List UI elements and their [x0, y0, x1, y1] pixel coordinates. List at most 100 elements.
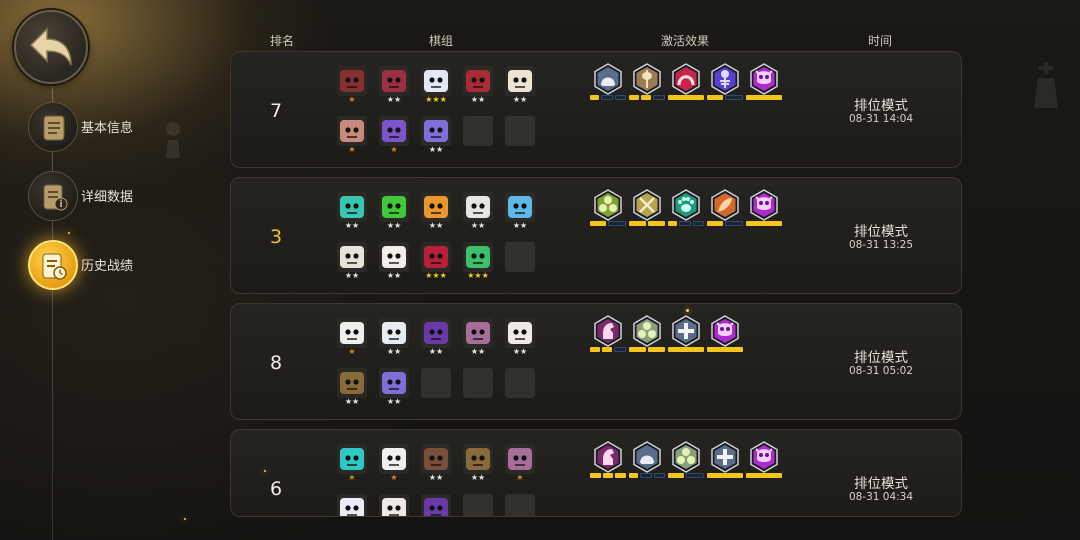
- synergy-progress-segment: [746, 221, 782, 226]
- chess-piece[interactable]: [379, 494, 411, 516]
- trinity-icon: [670, 441, 702, 477]
- record-rank: 7: [269, 100, 283, 122]
- cross-shield-icon: [709, 441, 741, 477]
- chess-piece[interactable]: ★★: [379, 192, 411, 232]
- chess-piece[interactable]: ★★: [337, 368, 369, 408]
- synergy-badge[interactable]: [746, 441, 782, 485]
- chess-piece[interactable]: ★★★: [421, 242, 453, 282]
- chess-piece[interactable]: ★★: [463, 444, 495, 484]
- synergy-progress-segment: [668, 347, 704, 352]
- cross-shield-icon: [670, 315, 702, 351]
- synergy-badge[interactable]: [668, 315, 704, 359]
- synergy-badge[interactable]: [629, 189, 665, 233]
- synergy-badge[interactable]: [707, 315, 743, 359]
- chess-piece[interactable]: ★★★: [463, 242, 495, 282]
- synergy-progress: [590, 95, 626, 100]
- synergy-badge[interactable]: [590, 315, 626, 359]
- synergy-badge[interactable]: [707, 63, 743, 107]
- chess-piece[interactable]: ★: [379, 444, 411, 484]
- nav-item-history[interactable]: 历史战绩: [28, 240, 188, 292]
- chess-piece[interactable]: ★★: [505, 66, 537, 106]
- star-rating: ★★★: [467, 271, 489, 280]
- knight-icon: [592, 441, 624, 477]
- synergy-progress-segment: [629, 221, 646, 226]
- chess-piece[interactable]: ★: [505, 444, 537, 484]
- synergy-badge[interactable]: [707, 441, 743, 485]
- chess-piece[interactable]: ★★: [379, 242, 411, 282]
- synergy-badge[interactable]: [590, 189, 626, 233]
- chess-piece[interactable]: ★★: [379, 368, 411, 408]
- chess-piece[interactable]: ★: [337, 444, 369, 484]
- synergy-progress: [746, 95, 782, 100]
- synergy-progress-segment: [707, 473, 743, 478]
- star-rating: ★★: [470, 221, 486, 230]
- star-rating: ★: [348, 145, 356, 154]
- synergy-badge[interactable]: [707, 189, 743, 233]
- chess-piece[interactable]: ★: [337, 318, 369, 358]
- chess-piece[interactable]: ★: [379, 116, 411, 156]
- star-rating: ★: [390, 145, 398, 154]
- synergy-progress-segment: [640, 473, 652, 478]
- demon-skull-icon: [748, 189, 780, 225]
- chess-piece[interactable]: ★★: [337, 192, 369, 232]
- back-button[interactable]: [14, 10, 88, 84]
- hero-portrait-icon: [421, 494, 451, 516]
- synergy-badge[interactable]: [629, 315, 665, 359]
- record-card[interactable]: 3 ★★ ★★ ★★ ★★ ★★ ★★ ★★ ★★★ ★★★ 排位模式 08-31 13:25: [230, 177, 962, 294]
- chess-piece[interactable]: ★★: [421, 318, 453, 358]
- empty-slot: [463, 116, 495, 156]
- knight-icon: [592, 315, 624, 351]
- synergy-progress-segment: [614, 95, 626, 100]
- chess-piece[interactable]: [337, 494, 369, 516]
- synergy-progress: [707, 473, 743, 478]
- star-rating: ★★: [512, 221, 528, 230]
- hero-portrait-icon: [337, 444, 367, 474]
- chess-piece[interactable]: ★★: [337, 242, 369, 282]
- record-card[interactable]: 8 ★ ★★ ★★ ★★ ★★ ★★ ★★ 排位模式 08-31 05:02: [230, 303, 962, 420]
- star-rating: ★★: [344, 221, 360, 230]
- chess-piece[interactable]: ★: [337, 116, 369, 156]
- hero-portrait-icon: [421, 242, 451, 272]
- synergy-badge[interactable]: [746, 63, 782, 107]
- chess-piece[interactable]: ★★: [421, 444, 453, 484]
- column-header-pieces: 棋组: [429, 34, 454, 48]
- chess-piece[interactable]: ★★: [463, 192, 495, 232]
- synergy-badge[interactable]: [746, 189, 782, 233]
- synergy-badge[interactable]: [590, 441, 627, 485]
- chess-piece[interactable]: ★★: [379, 66, 411, 106]
- synergy-badge[interactable]: [629, 441, 665, 485]
- synergy-progress: [668, 347, 704, 352]
- synergy-badge[interactable]: [668, 189, 704, 233]
- record-card[interactable]: 7 ★ ★★ ★★★ ★★ ★★ ★ ★ ★★ 排位模式 08-31 14:04: [230, 51, 962, 168]
- synergy-badge[interactable]: [629, 63, 665, 107]
- synergy-progress-segment: [615, 473, 627, 478]
- chess-piece[interactable]: ★★: [463, 66, 495, 106]
- hero-portrait-icon: [337, 116, 367, 146]
- chess-piece[interactable]: ★★: [463, 318, 495, 358]
- nav-item-detail-data[interactable]: 详细数据: [28, 171, 188, 223]
- chess-piece[interactable]: ★★★: [421, 66, 453, 106]
- hero-portrait-icon: [505, 444, 535, 474]
- synergy-progress-segment: [590, 347, 600, 352]
- hero-portrait-icon: [463, 192, 493, 222]
- synergy-progress-segment: [725, 95, 743, 100]
- chess-piece[interactable]: ★★: [505, 192, 537, 232]
- nav-item-basic-info[interactable]: 基本信息: [28, 102, 188, 154]
- synergy-progress: [629, 221, 665, 226]
- synergy-progress-segment: [590, 221, 606, 226]
- chess-piece[interactable]: [421, 494, 453, 516]
- chess-piece[interactable]: ★: [337, 66, 369, 106]
- synergy-badge[interactable]: [668, 63, 704, 107]
- chess-piece[interactable]: ★★: [505, 318, 537, 358]
- trinity-icon: [592, 189, 624, 225]
- synergy-progress-segment: [590, 473, 601, 478]
- record-card[interactable]: 6 ★ ★ ★★ ★★ ★ 排位模式 08-31 04:34: [230, 429, 962, 517]
- chess-piece[interactable]: ★★: [379, 318, 411, 358]
- star-rating: ★★: [428, 473, 444, 482]
- chess-piece[interactable]: ★★: [421, 116, 453, 156]
- chess-piece[interactable]: ★★: [421, 192, 453, 232]
- star-rating: ★★★: [425, 271, 447, 280]
- synergy-badge[interactable]: [590, 63, 626, 107]
- synergy-badge[interactable]: [668, 441, 704, 485]
- hero-portrait-icon: [505, 66, 535, 96]
